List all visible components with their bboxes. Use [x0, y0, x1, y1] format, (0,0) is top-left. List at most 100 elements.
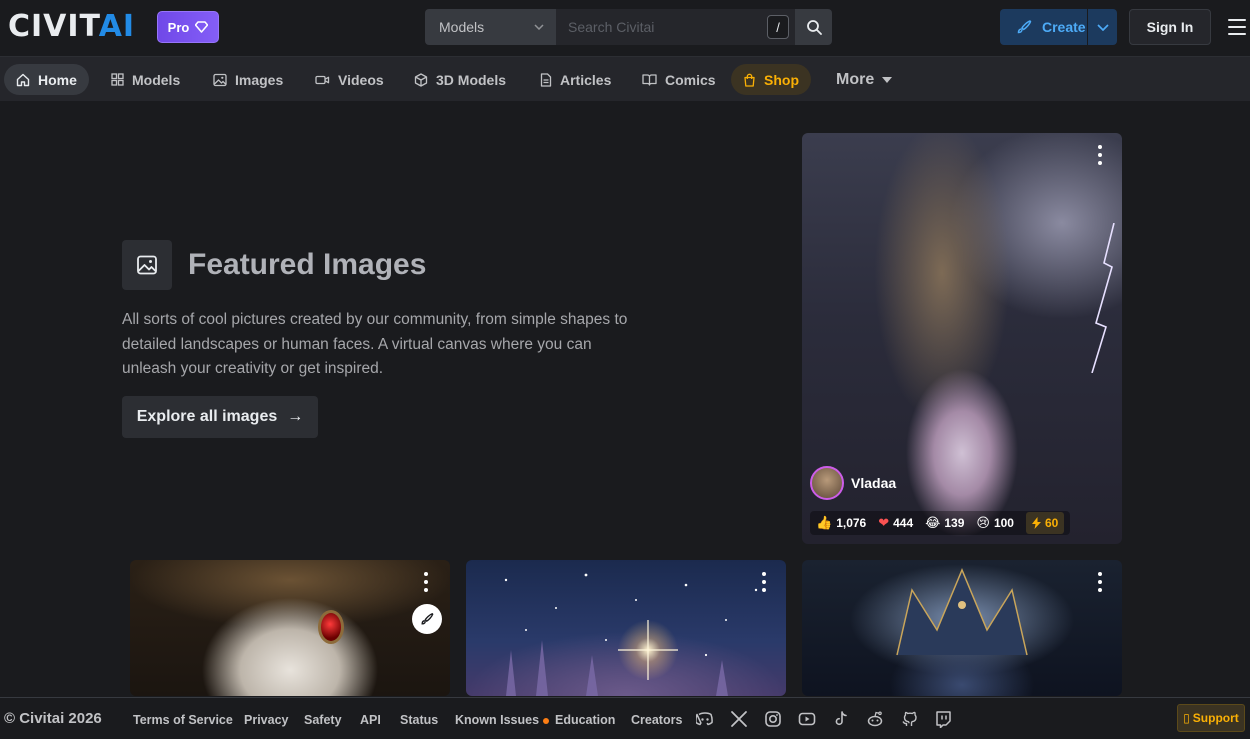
nav-articles[interactable]: Articles: [528, 64, 623, 95]
diamond-icon: [195, 21, 209, 33]
nav-3d-models[interactable]: 3D Models: [402, 64, 518, 95]
search-scope-value: Models: [439, 19, 485, 35]
card-menu-icon[interactable]: [1098, 145, 1102, 165]
cry-count: 100: [993, 516, 1014, 530]
menu-icon[interactable]: [1228, 19, 1246, 35]
support-label: Support: [1192, 711, 1239, 725]
search-icon: [806, 20, 822, 35]
buzz-tip-button[interactable]: 60: [1025, 512, 1065, 534]
instagram-icon[interactable]: [764, 710, 782, 728]
reaction-heart[interactable]: ❤ 444: [878, 515, 913, 531]
photo-icon: [213, 73, 227, 86]
heart-count: 444: [893, 516, 914, 530]
search-bar: Models Search Civitai /: [425, 9, 832, 45]
create-dropdown-toggle[interactable]: [1087, 9, 1117, 45]
nav-more-label: More: [836, 70, 875, 88]
create-label: Create: [1042, 19, 1086, 35]
footer: © Civitai 2026 Terms of Service Privacy …: [0, 697, 1250, 739]
nav-comics[interactable]: Comics: [630, 64, 728, 95]
laugh-count: 139: [944, 516, 965, 530]
support-button[interactable]: ▯ Support: [1177, 704, 1245, 732]
footer-link-safety[interactable]: Safety: [304, 713, 342, 727]
nav-home-label: Home: [38, 71, 77, 88]
footer-link-creators[interactable]: Creators: [631, 713, 682, 727]
nav-videos[interactable]: Videos: [303, 64, 396, 95]
footer-link-privacy[interactable]: Privacy: [244, 713, 288, 727]
search-button[interactable]: [795, 9, 832, 45]
search-scope-select[interactable]: Models: [425, 9, 556, 45]
crown-decoration: [896, 568, 1028, 656]
card-menu-icon[interactable]: [1098, 572, 1102, 592]
civitai-logo[interactable]: CIVITAI: [8, 12, 135, 42]
card-user[interactable]: Vladaa: [810, 466, 896, 500]
nav-images[interactable]: Images: [201, 64, 295, 95]
lightning-decoration: [1091, 223, 1115, 373]
reaction-laugh[interactable]: 😂 139: [925, 515, 964, 531]
pro-button[interactable]: Pro: [157, 11, 219, 43]
image-card[interactable]: [130, 560, 450, 696]
home-icon: [16, 73, 30, 86]
github-icon[interactable]: [900, 710, 918, 728]
card-menu-icon[interactable]: [762, 572, 766, 592]
image-card[interactable]: [802, 560, 1122, 696]
buzz-count: 60: [1044, 516, 1059, 530]
footer-link-terms[interactable]: Terms of Service: [133, 713, 233, 727]
brush-icon: [1017, 20, 1032, 34]
search-shortcut-key: /: [767, 15, 789, 39]
book-icon: [642, 74, 657, 86]
footer-link-known-issues[interactable]: Known Issues: [455, 713, 550, 727]
like-count: 1,076: [836, 516, 867, 530]
nav-more[interactable]: More: [824, 64, 904, 95]
avatar[interactable]: [810, 466, 844, 500]
cube-icon: [414, 72, 428, 87]
search-input[interactable]: Search Civitai /: [556, 9, 795, 45]
alert-dot: [543, 717, 550, 724]
file-text-icon: [540, 72, 552, 87]
stars-decoration: [504, 573, 758, 696]
sign-in-button[interactable]: Sign In: [1129, 9, 1211, 45]
shopping-bag-icon: [744, 73, 755, 87]
x-twitter-icon[interactable]: [730, 710, 748, 728]
reaction-bar: 👍 1,076 ❤ 444 😂 139 😢 100 60: [810, 511, 1071, 535]
laugh-icon: 😂: [925, 515, 941, 530]
nav-3d-models-label: 3D Models: [436, 71, 507, 88]
nav-shop[interactable]: Shop: [731, 64, 811, 95]
nav-models-label: Models: [132, 71, 181, 88]
top-header: CIVITAI Pro Models Search Civitai / Crea…: [0, 0, 1250, 57]
copyright: © Civitai 2026: [4, 710, 102, 727]
username[interactable]: Vladaa: [851, 475, 896, 491]
lifebuoy-icon: ▯: [1183, 711, 1190, 725]
explore-label: Explore all images: [136, 408, 278, 425]
arrow-right-icon: →: [287, 408, 304, 425]
video-icon: [315, 75, 330, 84]
nav-shop-label: Shop: [764, 71, 799, 88]
image-card[interactable]: [466, 560, 786, 696]
bolt-icon: [1031, 517, 1041, 529]
reaction-cry[interactable]: 😢 100: [976, 515, 1014, 531]
footer-link-status[interactable]: Status: [400, 713, 438, 727]
youtube-icon[interactable]: [798, 710, 816, 728]
explore-all-images-button[interactable]: Explore all images →: [122, 396, 318, 438]
footer-link-education[interactable]: Education: [555, 713, 615, 727]
main-nav: Home Models Images Videos 3D Models Arti…: [0, 57, 1250, 101]
remix-button[interactable]: [412, 604, 442, 634]
create-button[interactable]: Create: [1000, 9, 1117, 45]
nav-models[interactable]: Models: [99, 64, 192, 95]
create-main[interactable]: Create: [1000, 19, 1087, 35]
photo-icon: [137, 255, 157, 275]
discord-icon[interactable]: [696, 710, 714, 728]
card-menu-icon[interactable]: [424, 572, 428, 592]
nav-articles-label: Articles: [560, 71, 612, 88]
featured-image-card[interactable]: Vladaa 👍 1,076 ❤ 444 😂 139 😢 100 60: [802, 133, 1122, 544]
logo-text-main: CIVIT: [8, 9, 99, 44]
nav-videos-label: Videos: [338, 71, 384, 88]
twitch-icon[interactable]: [934, 710, 952, 728]
brush-icon: [421, 613, 434, 625]
nav-images-label: Images: [235, 71, 284, 88]
nav-home[interactable]: Home: [4, 64, 89, 95]
reaction-like[interactable]: 👍 1,076: [816, 515, 866, 531]
footer-link-api[interactable]: API: [360, 713, 381, 727]
reddit-icon[interactable]: [866, 710, 884, 728]
page-title: Featured Images: [188, 248, 427, 281]
tiktok-icon[interactable]: [832, 710, 850, 728]
